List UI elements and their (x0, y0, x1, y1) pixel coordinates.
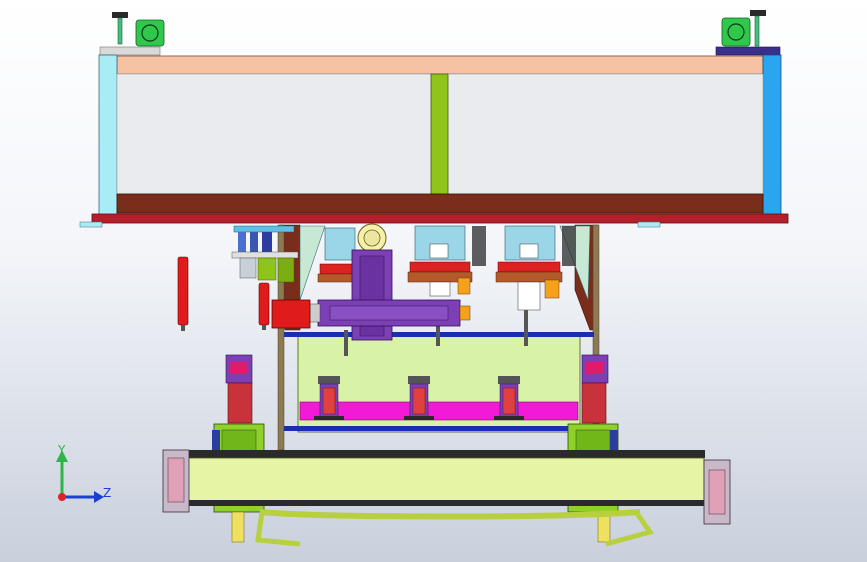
right-column (762, 54, 782, 216)
cad-viewport[interactable]: Y Z (0, 0, 867, 562)
axis-z-label: Z (103, 486, 112, 500)
linear-rail (162, 449, 731, 547)
top-beam (116, 55, 764, 75)
red-motor (271, 299, 311, 329)
top-frame (79, 10, 789, 228)
leveling-foot-right (715, 10, 781, 56)
bottom-beam (116, 193, 764, 214)
red-cylinder-mid (258, 282, 270, 326)
center-post (430, 73, 449, 195)
red-cylinder-left (177, 256, 189, 326)
rail-body (185, 457, 705, 503)
assembly-drawing (56, 10, 789, 547)
base-plate (91, 213, 789, 224)
orientation-triad (56, 450, 104, 503)
leveling-foot-left (99, 12, 165, 56)
left-column (98, 54, 118, 216)
axis-y-label: Y (58, 443, 66, 457)
blue-rail-lower (284, 426, 594, 431)
